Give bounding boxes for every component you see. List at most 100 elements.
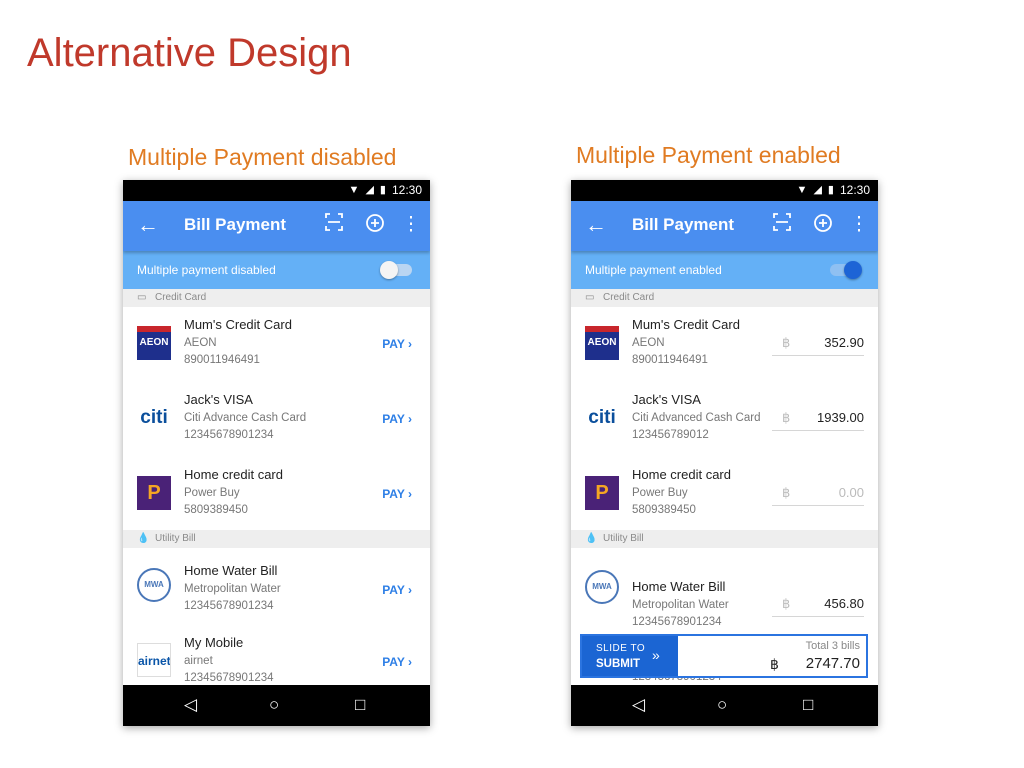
chevron-right-icon: › <box>408 583 412 597</box>
amount-value: 1939.00 <box>817 410 864 425</box>
multiple-payment-label: Multiple payment disabled <box>137 263 276 277</box>
bill-name: Home Water Bill <box>184 563 278 578</box>
amount-input[interactable]: ฿ 0.00 <box>772 483 864 506</box>
battery-icon: ▮ <box>379 184 386 196</box>
bill-row[interactable]: P Home credit card Power Buy 5809389450 … <box>123 457 430 532</box>
bill-name: Home credit card <box>632 467 731 482</box>
bill-account-number: 12345678901234 <box>184 672 274 684</box>
pay-button[interactable]: PAY › <box>382 337 412 351</box>
amount-value: 456.80 <box>824 596 864 611</box>
slide-to-submit-button[interactable]: SLIDE TO SUBMIT » <box>582 636 678 676</box>
bill-provider: airnet <box>184 655 213 667</box>
pay-button[interactable]: PAY › <box>382 487 412 501</box>
metropolitan-water-logo: MWA <box>137 568 171 602</box>
phone-multiple-payment-enabled: ▼ ◢ ▮ 12:30 ← Bill Payment ⋮ Multiple pa… <box>571 180 878 726</box>
status-bar: ▼ ◢ ▮ 12:30 <box>571 180 878 201</box>
multiple-payment-bar: Multiple payment enabled <box>571 251 878 289</box>
total-bills-label: Total 3 bills <box>805 640 860 652</box>
airnet-logo: airnet <box>137 643 171 677</box>
nav-recents-icon[interactable]: □ <box>803 695 813 715</box>
status-time: 12:30 <box>839 183 870 197</box>
nav-recents-icon[interactable]: □ <box>355 695 365 715</box>
left-phone-caption: Multiple Payment disabled <box>128 144 397 170</box>
bill-row[interactable]: citi Jack's VISA Citi Advance Cash Card … <box>123 382 430 457</box>
multiple-payment-switch[interactable] <box>828 261 862 279</box>
bill-provider: Metropolitan Water <box>184 583 281 595</box>
power-buy-logo: P <box>137 476 171 510</box>
bill-name: Jack's VISA <box>184 392 253 407</box>
add-circle-icon[interactable] <box>811 213 835 240</box>
baht-symbol: ฿ <box>770 656 779 672</box>
bill-account-number: 12345678901234 <box>184 429 274 441</box>
section-credit-card: ▭ Credit Card <box>123 289 430 307</box>
bill-name: Jack's VISA <box>632 392 701 407</box>
total-amount: 2747.70 <box>805 655 860 672</box>
pay-button[interactable]: PAY › <box>382 583 412 597</box>
bill-name: Mum's Credit Card <box>184 317 292 332</box>
nav-back-icon[interactable]: ◁ <box>184 695 197 715</box>
more-vert-icon[interactable]: ⋮ <box>399 213 423 237</box>
bill-provider: Citi Advance Cash Card <box>184 412 307 424</box>
credit-card-icon: ▭ <box>585 292 595 303</box>
chevron-right-icon: › <box>408 337 412 351</box>
bill-name: Home Water Bill <box>632 579 726 594</box>
bill-provider: AEON <box>184 337 217 349</box>
amount-input[interactable]: ฿ 1939.00 <box>772 408 864 431</box>
wifi-icon: ▼ <box>348 184 360 196</box>
battery-icon: ▮ <box>827 184 834 196</box>
bill-provider: Metropolitan Water <box>632 599 729 611</box>
signal-icon: ◢ <box>813 184 822 196</box>
chevron-right-icon: › <box>408 487 412 501</box>
nav-back-icon[interactable]: ◁ <box>632 695 645 715</box>
bill-account-number: 12345678901234 <box>184 600 274 612</box>
bill-provider: Power Buy <box>184 487 240 499</box>
arrow-left-icon[interactable]: ← <box>137 213 159 237</box>
phone-multiple-payment-disabled: ▼ ◢ ▮ 12:30 ← Bill Payment ⋮ Multiple pa… <box>123 180 430 726</box>
bill-name: My Mobile <box>184 635 244 650</box>
android-nav-bar: ◁ ○ □ <box>123 685 430 726</box>
bill-row: MWA Home Water Bill Metropolitan Water 1… <box>571 548 878 628</box>
pay-button[interactable]: PAY › <box>382 412 412 426</box>
citi-logo: citi <box>140 407 168 428</box>
add-circle-icon[interactable] <box>363 213 387 240</box>
app-bar-title: Bill Payment <box>632 215 735 234</box>
double-chevron-right-icon: » <box>652 647 660 663</box>
amount-value: 352.90 <box>824 335 864 350</box>
bill-row: P Home credit card Power Buy 5809389450 … <box>571 457 878 532</box>
nav-home-icon[interactable]: ○ <box>269 695 279 715</box>
bill-provider: Power Buy <box>632 487 688 499</box>
power-buy-logo: P <box>585 476 619 510</box>
scan-icon[interactable] <box>322 213 346 238</box>
bill-row[interactable]: MWA Home Water Bill Metropolitan Water 1… <box>123 548 430 623</box>
bill-account-number: 5809389450 <box>184 504 248 516</box>
more-vert-icon[interactable]: ⋮ <box>847 213 871 237</box>
scan-icon[interactable] <box>770 213 794 238</box>
amount-input[interactable]: ฿ 352.90 <box>772 333 864 356</box>
multiple-payment-switch[interactable] <box>380 261 414 279</box>
amount-value: 0.00 <box>838 485 864 500</box>
citi-logo: citi <box>588 407 616 428</box>
right-phone-caption: Multiple Payment enabled <box>576 142 841 168</box>
pay-button[interactable]: PAY › <box>382 655 412 669</box>
metropolitan-water-logo: MWA <box>585 570 619 604</box>
water-drop-icon: 💧 <box>585 533 598 544</box>
app-bar: ← Bill Payment ⋮ <box>123 201 430 251</box>
baht-symbol: ฿ <box>782 410 791 425</box>
nav-home-icon[interactable]: ○ <box>717 695 727 715</box>
signal-icon: ◢ <box>365 184 374 196</box>
bill-row: AEON Mum's Credit Card AEON 890011946491… <box>571 307 878 382</box>
bill-row: citi Jack's VISA Citi Advanced Cash Card… <box>571 382 878 457</box>
bill-account-number: 12345678901234 <box>632 616 722 628</box>
multiple-payment-bar: Multiple payment disabled <box>123 251 430 289</box>
slide-title: Alternative Design <box>27 31 352 75</box>
section-credit-card: ▭ Credit Card <box>571 289 878 307</box>
app-bar: ← Bill Payment ⋮ <box>571 201 878 251</box>
bill-account-number: 890011946491 <box>632 354 708 366</box>
submit-bar: SLIDE TO SUBMIT » Total 3 bills ฿ 2747.7… <box>580 634 868 678</box>
baht-symbol: ฿ <box>782 485 791 500</box>
arrow-left-icon[interactable]: ← <box>585 213 607 237</box>
bill-row[interactable]: AEON Mum's Credit Card AEON 890011946491… <box>123 307 430 382</box>
bill-account-number: 890011946491 <box>184 354 260 366</box>
status-bar: ▼ ◢ ▮ 12:30 <box>123 180 430 201</box>
amount-input[interactable]: ฿ 456.80 <box>772 594 864 617</box>
